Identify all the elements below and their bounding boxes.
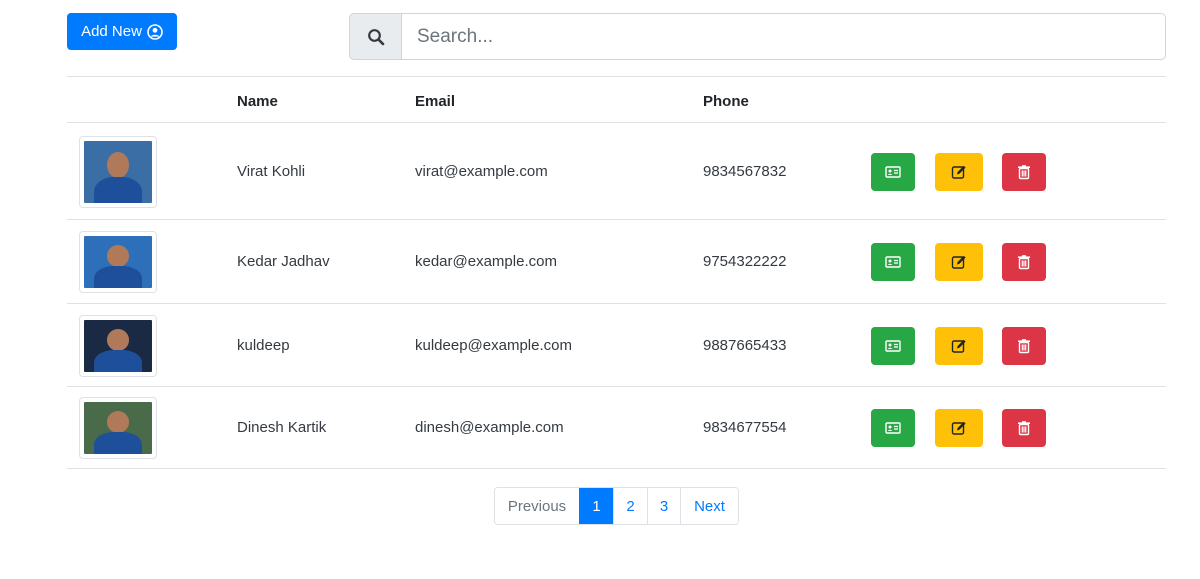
edit-button[interactable] [935,243,983,281]
table-row: Dinesh Kartik dinesh@example.com 983467755… [67,387,1166,469]
row-name: Virat Kohli [237,162,306,180]
delete-button[interactable] [1002,152,1046,191]
row-phone: 9754322222 [703,253,787,270]
edit-icon [951,165,966,179]
column-phone-header: Phone [703,93,749,110]
column-name-header: Name [237,93,278,110]
view-button[interactable] [871,326,915,365]
trash-icon [1018,421,1030,436]
edit-button[interactable] [935,326,983,365]
player-photo [79,315,157,377]
edit-icon [951,255,966,269]
table-row: Kedar Jadhav kedar@example.com 9754322222 [67,220,1166,304]
edit-icon [951,421,966,435]
id-card-icon [885,165,901,178]
player-photo [79,136,157,208]
player-photo-image [84,320,152,372]
user-circle-icon [147,23,163,40]
pagination-page-2[interactable]: 2 [613,488,647,524]
row-phone: 9834677554 [703,419,787,436]
delete-button[interactable] [1002,326,1046,365]
trash-icon [1018,164,1030,179]
row-phone: 9834567832 [703,162,787,180]
search-icon [367,28,384,45]
player-photo-image [84,402,152,454]
id-card-icon [885,256,901,268]
search-bar [349,13,1166,60]
view-button[interactable] [871,409,915,447]
pagination-previous[interactable]: Previous [495,488,579,524]
edit-icon [951,339,966,353]
view-button[interactable] [871,243,915,281]
player-photo [79,397,157,459]
users-table: Name Email Phone Virat Kohli virat@exampl… [67,76,1166,469]
id-card-icon [885,339,901,352]
table-header: Name Email Phone [67,77,1166,123]
pagination-page-3[interactable]: 3 [647,488,680,524]
delete-button[interactable] [1002,409,1046,447]
pagination-page-1[interactable]: 1 [579,488,613,524]
table-row: kuldeep kuldeep@example.com 9887665433 [67,304,1166,387]
player-photo-image [84,141,152,203]
add-new-label: Add New [81,23,142,40]
trash-icon [1018,255,1030,270]
row-email: virat@example.com [415,162,548,180]
search-addon[interactable] [349,13,401,60]
delete-button[interactable] [1002,243,1046,281]
row-email: kuldeep@example.com [415,336,572,354]
table-row: Virat Kohli virat@example.com 9834567832 [67,123,1166,220]
id-card-icon [885,422,901,434]
pagination-next[interactable]: Next [680,488,738,524]
row-email: kedar@example.com [415,253,557,270]
column-email-header: Email [415,93,456,110]
row-phone: 9887665433 [703,336,787,354]
edit-button[interactable] [935,409,983,447]
edit-button[interactable] [935,152,983,191]
search-input[interactable] [401,13,1166,60]
pagination: Previous 1 2 3 Next [494,487,739,525]
row-email: dinesh@example.com [415,419,564,436]
trash-icon [1018,338,1030,353]
row-name: Kedar Jadhav [237,253,330,270]
row-name: Dinesh Kartik [237,419,327,436]
player-photo [79,231,157,293]
view-button[interactable] [871,152,915,191]
add-new-button[interactable]: Add New [67,13,177,50]
player-photo-image [84,236,152,288]
row-name: kuldeep [237,336,290,354]
